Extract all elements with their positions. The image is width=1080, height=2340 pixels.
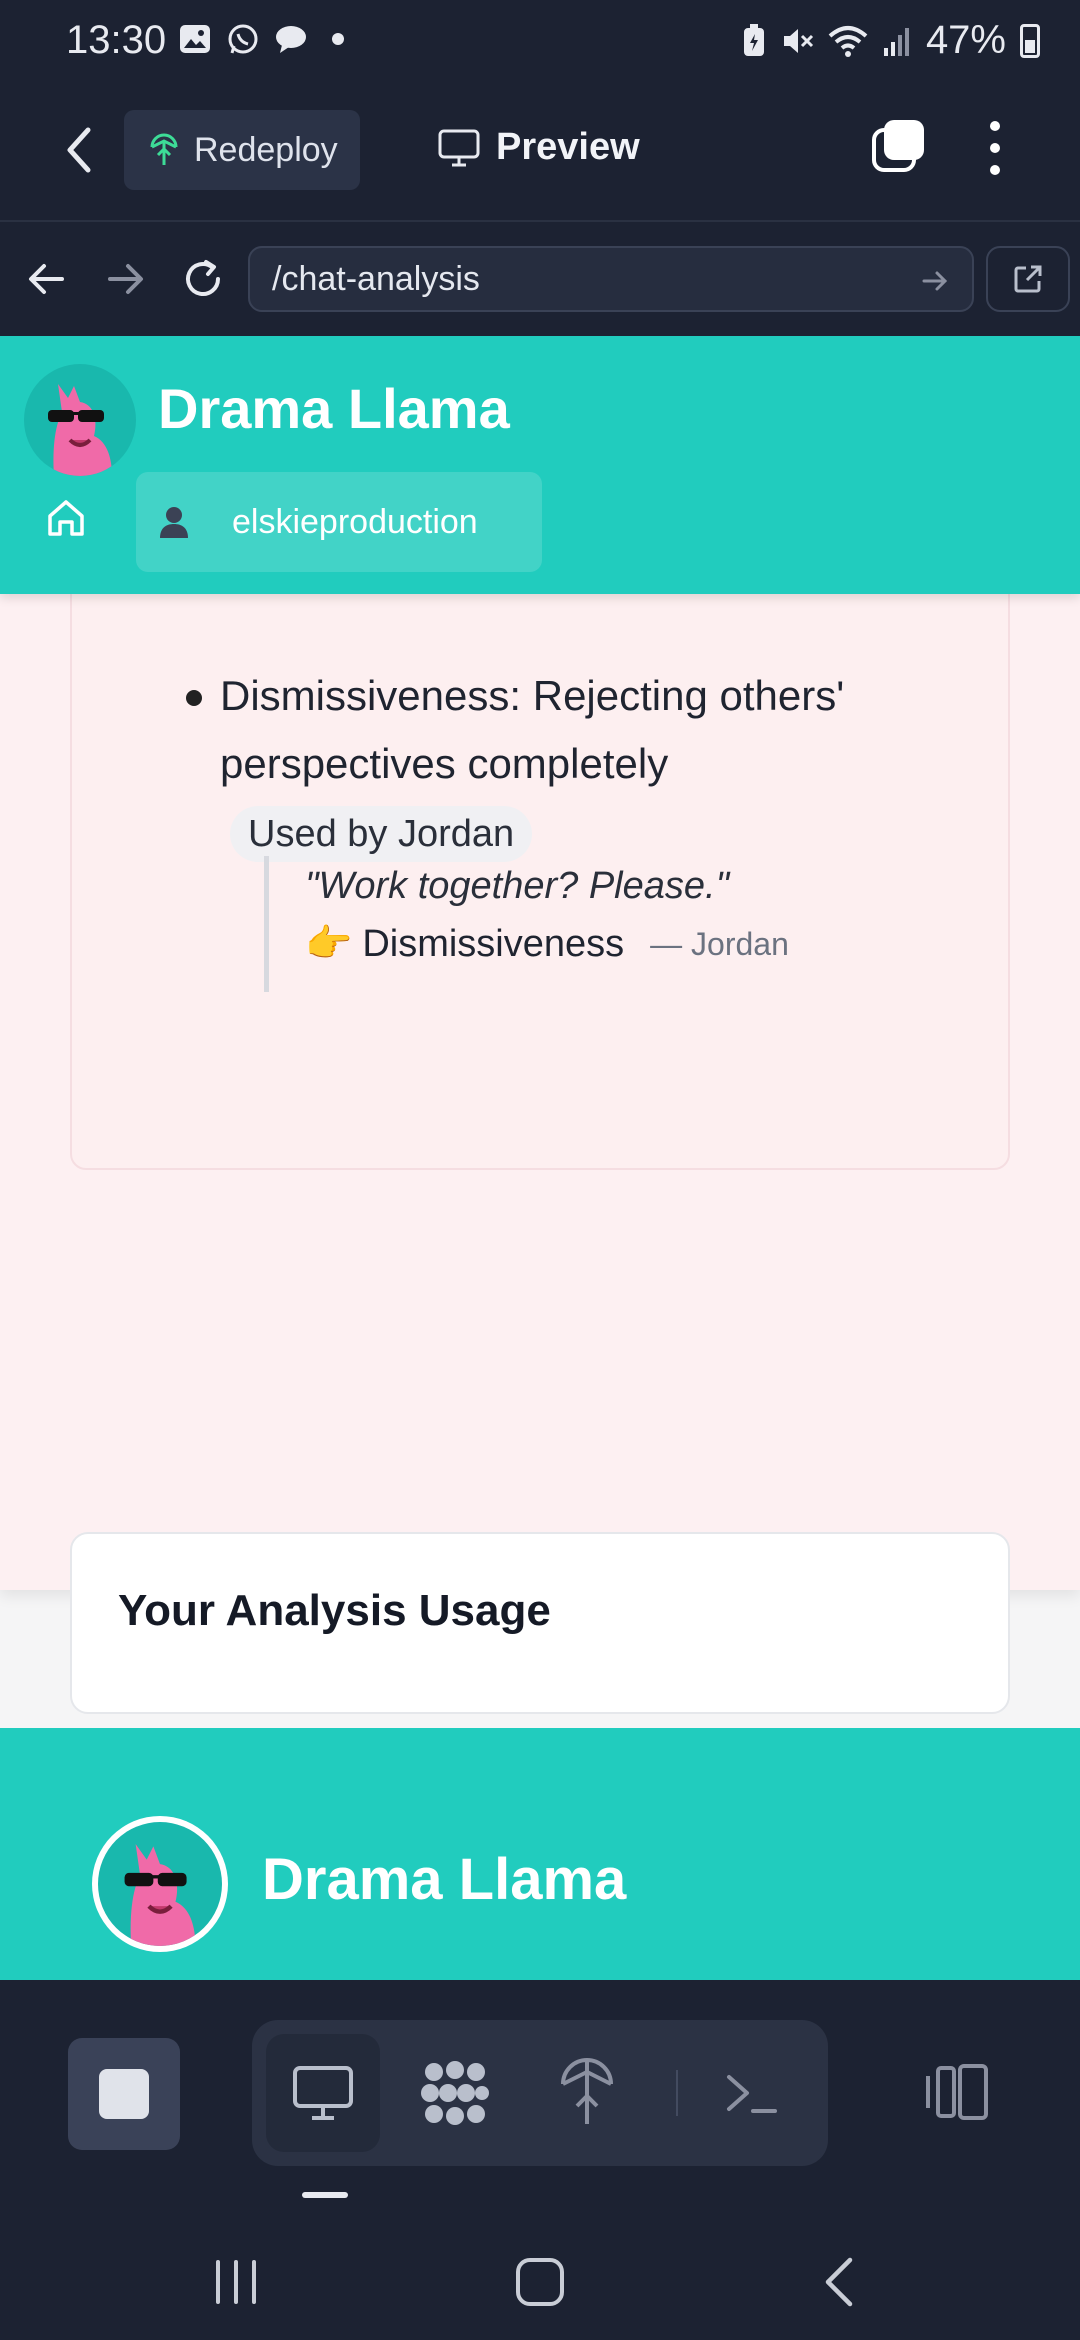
analysis-content: Dismissiveness: Rejecting others' perspe…	[0, 564, 1080, 1714]
used-by-badge: Used by Jordan	[230, 806, 533, 862]
footer-llama-logo	[92, 1816, 228, 1952]
home-icon[interactable]	[44, 496, 88, 540]
list-bullet	[186, 690, 202, 706]
preview-button[interactable]: Preview	[438, 126, 640, 169]
browser-forward-icon[interactable]	[98, 252, 152, 306]
whatsapp-icon	[226, 22, 260, 56]
battery-saver-icon	[743, 23, 764, 56]
segment-divider	[676, 2070, 678, 2116]
preview-label: Preview	[496, 126, 640, 168]
active-indicator	[302, 2192, 348, 2198]
tactics-card: Dismissiveness: Rejecting others' perspe…	[70, 564, 1010, 1170]
url-text: /chat-analysis	[272, 260, 480, 298]
back-icon[interactable]	[56, 122, 104, 178]
deploy-icon	[561, 2058, 613, 2124]
browser-back-icon[interactable]	[20, 252, 74, 306]
dot-icon	[332, 33, 344, 45]
deploy-icon	[150, 133, 178, 165]
reload-icon[interactable]	[176, 252, 230, 306]
battery-icon	[1020, 23, 1040, 58]
monitor-icon	[293, 2066, 353, 2120]
quote-text: "Work together? Please."	[305, 865, 730, 907]
status-time: 13:30	[66, 18, 167, 62]
example-quote: "Work together? Please." 👉 Dismissivenes…	[264, 856, 789, 992]
user-menu-button[interactable]: elskieproduction	[136, 472, 542, 572]
home-nav-icon[interactable]	[510, 2254, 570, 2310]
llama-logo[interactable]	[24, 364, 136, 476]
open-external-button[interactable]	[986, 246, 1070, 312]
terminal-icon	[727, 2075, 777, 2113]
signal-icon	[883, 27, 909, 56]
redeploy-label: Redeploy	[194, 130, 338, 169]
pointing-hand-icon: 👉	[305, 923, 353, 965]
split-view-icon[interactable]	[924, 2062, 990, 2122]
quote-author: — Jordan	[650, 926, 789, 962]
site-title[interactable]: Drama Llama	[158, 376, 510, 441]
console-view-button[interactable]	[694, 2034, 808, 2152]
site-footer: Drama Llama	[0, 1728, 1080, 1980]
quote-tag: Dismissiveness	[362, 923, 625, 965]
status-bar: 13:30 47%	[0, 0, 1080, 84]
tactic-term: Dismissiveness:	[220, 672, 522, 719]
redeploy-button[interactable]: Redeploy	[124, 110, 360, 190]
view-switcher	[252, 2020, 828, 2166]
battery-percent: 47%	[925, 18, 1006, 62]
url-input[interactable]: /chat-analysis	[248, 246, 974, 312]
app-toolbar: Redeploy Preview	[0, 84, 1080, 222]
tabs-icon[interactable]	[870, 118, 926, 174]
site-header: Drama Llama elskieproduction	[0, 336, 1080, 594]
web-page: Drama Llama elskieproduction Dismissiven…	[0, 336, 1080, 1980]
go-arrow-icon[interactable]	[920, 266, 950, 296]
chat-bubble-icon	[274, 22, 308, 56]
url-bar: /chat-analysis	[0, 222, 1080, 336]
system-navigation-bar	[0, 2210, 1080, 2340]
user-icon	[160, 507, 188, 538]
stop-button[interactable]	[68, 2038, 180, 2150]
preview-view-button[interactable]	[266, 2034, 380, 2152]
recents-icon[interactable]	[206, 2254, 266, 2310]
gallery-icon	[178, 22, 212, 56]
tactic-item: Dismissiveness: Rejecting others' perspe…	[220, 662, 860, 866]
bottom-app-bar	[0, 1980, 1080, 2210]
footer-title: Drama Llama	[262, 1847, 627, 1912]
deploy-view-button[interactable]	[530, 2034, 644, 2152]
usage-card: Your Analysis Usage	[70, 1532, 1010, 1714]
external-link-icon	[1014, 265, 1042, 293]
back-nav-icon[interactable]	[812, 2254, 872, 2310]
agent-view-button[interactable]	[398, 2034, 512, 2152]
agent-icon	[421, 2061, 489, 2125]
usage-title: Your Analysis Usage	[118, 1586, 551, 1635]
stop-icon	[99, 2069, 149, 2119]
monitor-icon	[438, 129, 480, 166]
wifi-icon	[828, 25, 868, 57]
mute-icon	[783, 28, 813, 53]
username: elskieproduction	[232, 502, 478, 541]
more-vertical-icon[interactable]	[980, 118, 1010, 178]
